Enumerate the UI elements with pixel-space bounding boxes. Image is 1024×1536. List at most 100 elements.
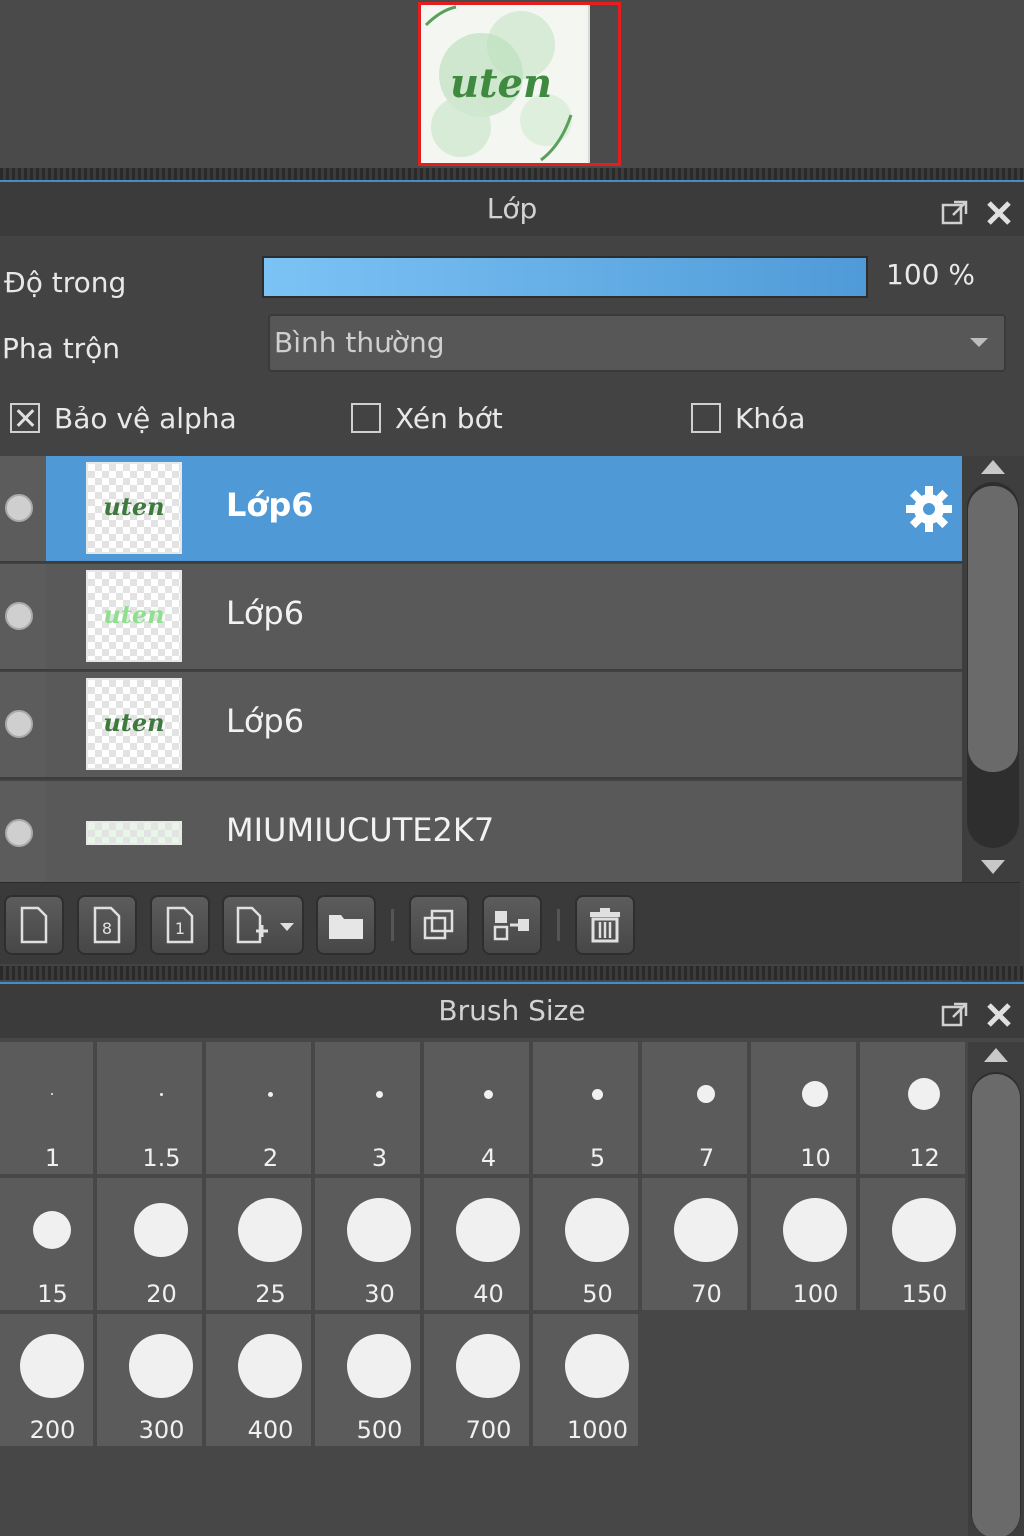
visibility-eye-icon[interactable] (5, 710, 33, 738)
brush-size-cell[interactable]: 300 (97, 1314, 202, 1446)
brush-dot-icon (51, 1093, 53, 1095)
add-layer-menu-button[interactable] (222, 895, 304, 955)
protect-alpha-checkbox[interactable]: Bảo vệ alpha (10, 396, 237, 440)
navigator-view-frame[interactable]: uten (418, 2, 621, 166)
brush-size-label: 50 (582, 1280, 613, 1308)
brush-scrollbar[interactable] (968, 1042, 1024, 1536)
brush-size-label: 300 (138, 1416, 185, 1444)
new-8bit-layer-button[interactable]: 8 (77, 895, 137, 955)
brush-size-cell[interactable]: 10 (751, 1042, 856, 1174)
brush-size-label: 10 (800, 1144, 831, 1172)
brush-size-cell[interactable]: 500 (315, 1314, 420, 1446)
brush-size-cell[interactable]: 1 (0, 1042, 93, 1174)
brush-size-cell[interactable]: 3 (315, 1042, 420, 1174)
layer-thumbnail: uten (86, 462, 182, 554)
new-folder-icon (329, 915, 363, 939)
gear-icon[interactable] (904, 484, 954, 534)
brush-size-cell[interactable]: 30 (315, 1178, 420, 1310)
brush-dot-icon (159, 1092, 163, 1096)
brush-size-label: 100 (792, 1280, 839, 1308)
scroll-down-icon[interactable] (981, 860, 1005, 874)
visibility-column (0, 564, 46, 669)
brush-dot-icon (347, 1198, 411, 1262)
brush-dot-icon (674, 1198, 738, 1262)
scroll-thumb[interactable] (968, 486, 1018, 772)
brush-dot-icon (267, 1091, 273, 1097)
brush-size-cell[interactable]: 40 (424, 1178, 529, 1310)
clipping-checkbox[interactable]: Xén bớt (351, 396, 503, 440)
undock-icon[interactable] (940, 192, 970, 225)
brush-size-cell[interactable]: 4 (424, 1042, 529, 1174)
layer-name: Lớp6 (226, 594, 305, 632)
layer-row[interactable]: uten Lớp6 (0, 672, 962, 779)
layer-toolbar: 8 1 (0, 882, 1020, 964)
brush-dot-icon (375, 1090, 383, 1098)
brush-size-cell[interactable]: 70 (642, 1178, 747, 1310)
new-folder-button[interactable] (316, 895, 376, 955)
brush-size-cell[interactable]: 7 (642, 1042, 747, 1174)
panel-splitter[interactable] (0, 966, 1024, 980)
layer-thumbnail (86, 821, 182, 845)
checkbox-unchecked-icon (691, 403, 721, 433)
navigator-offcanvas-area (588, 5, 618, 163)
brush-size-cell[interactable]: 5 (533, 1042, 638, 1174)
brush-dot-icon (591, 1088, 603, 1100)
layer-thumbnail: uten (86, 570, 182, 662)
brush-size-cell[interactable]: 150 (860, 1178, 965, 1310)
opacity-slider[interactable] (262, 256, 868, 298)
brush-size-cell[interactable]: 400 (206, 1314, 311, 1446)
visibility-eye-icon[interactable] (5, 819, 33, 847)
visibility-column (0, 781, 46, 882)
brush-panel-title: Brush Size (438, 994, 586, 1027)
scroll-up-icon[interactable] (981, 460, 1005, 474)
close-icon[interactable] (984, 192, 1014, 225)
brush-size-label: 1.5 (142, 1144, 181, 1172)
layer-row[interactable]: MIUMIUCUTE2K7 (0, 781, 962, 882)
brush-size-cell[interactable]: 100 (751, 1178, 856, 1310)
visibility-eye-icon[interactable] (5, 602, 33, 630)
brush-size-label: 1 (44, 1144, 61, 1172)
layer-row[interactable]: uten Lớp6 (0, 456, 962, 563)
brush-size-cell[interactable]: 15 (0, 1178, 93, 1310)
brush-size-label: 700 (465, 1416, 512, 1444)
layer-panel-header: Lớp (0, 182, 1024, 236)
chevron-down-icon (970, 338, 988, 347)
visibility-column (0, 456, 46, 561)
brush-size-cell[interactable]: 1.5 (97, 1042, 202, 1174)
brush-dot-icon (456, 1198, 520, 1262)
duplicate-layer-button[interactable] (409, 895, 469, 955)
layer-row[interactable]: uten Lớp6 (0, 564, 962, 671)
new-8bit-layer-icon: 8 (93, 906, 121, 944)
brush-size-cell[interactable]: 200 (0, 1314, 93, 1446)
add-layer-menu-icon (236, 906, 294, 944)
brush-size-cell[interactable]: 12 (860, 1042, 965, 1174)
brush-size-cell[interactable]: 50 (533, 1178, 638, 1310)
undock-icon[interactable] (940, 994, 970, 1027)
new-1bit-layer-button[interactable]: 1 (150, 895, 210, 955)
scroll-up-icon[interactable] (984, 1048, 1008, 1062)
brush-size-label: 20 (146, 1280, 177, 1308)
merge-down-button[interactable] (482, 895, 542, 955)
close-icon[interactable] (984, 994, 1014, 1027)
lock-checkbox[interactable]: Khóa (691, 396, 805, 440)
visibility-eye-icon[interactable] (5, 494, 33, 522)
brush-size-label: 25 (255, 1280, 286, 1308)
scroll-thumb[interactable] (972, 1074, 1020, 1536)
brush-size-cell[interactable]: 25 (206, 1178, 311, 1310)
panel-splitter[interactable] (0, 168, 1024, 180)
brush-dot-icon (238, 1198, 302, 1262)
brush-size-cell[interactable]: 2 (206, 1042, 311, 1174)
brush-size-label: 200 (29, 1416, 76, 1444)
brush-size-cell[interactable]: 1000 (533, 1314, 638, 1446)
thumbnail-text: uten (103, 708, 165, 737)
thumbnail-text: uten (103, 492, 165, 521)
brush-size-panel: Brush Size 1 1.5 2 3 4 5 7 10 12 15 20 25 30 40 50 70 10… (0, 982, 1024, 1536)
brush-size-label: 2 (262, 1144, 279, 1172)
brush-size-cell[interactable]: 700 (424, 1314, 529, 1446)
delete-layer-button[interactable] (575, 895, 635, 955)
brush-size-cell[interactable]: 20 (97, 1178, 202, 1310)
layer-panel-title: Lớp (486, 192, 538, 225)
blend-mode-select[interactable]: Bình thường (268, 314, 1006, 372)
trash-icon (590, 908, 620, 943)
new-layer-button[interactable] (4, 895, 64, 955)
